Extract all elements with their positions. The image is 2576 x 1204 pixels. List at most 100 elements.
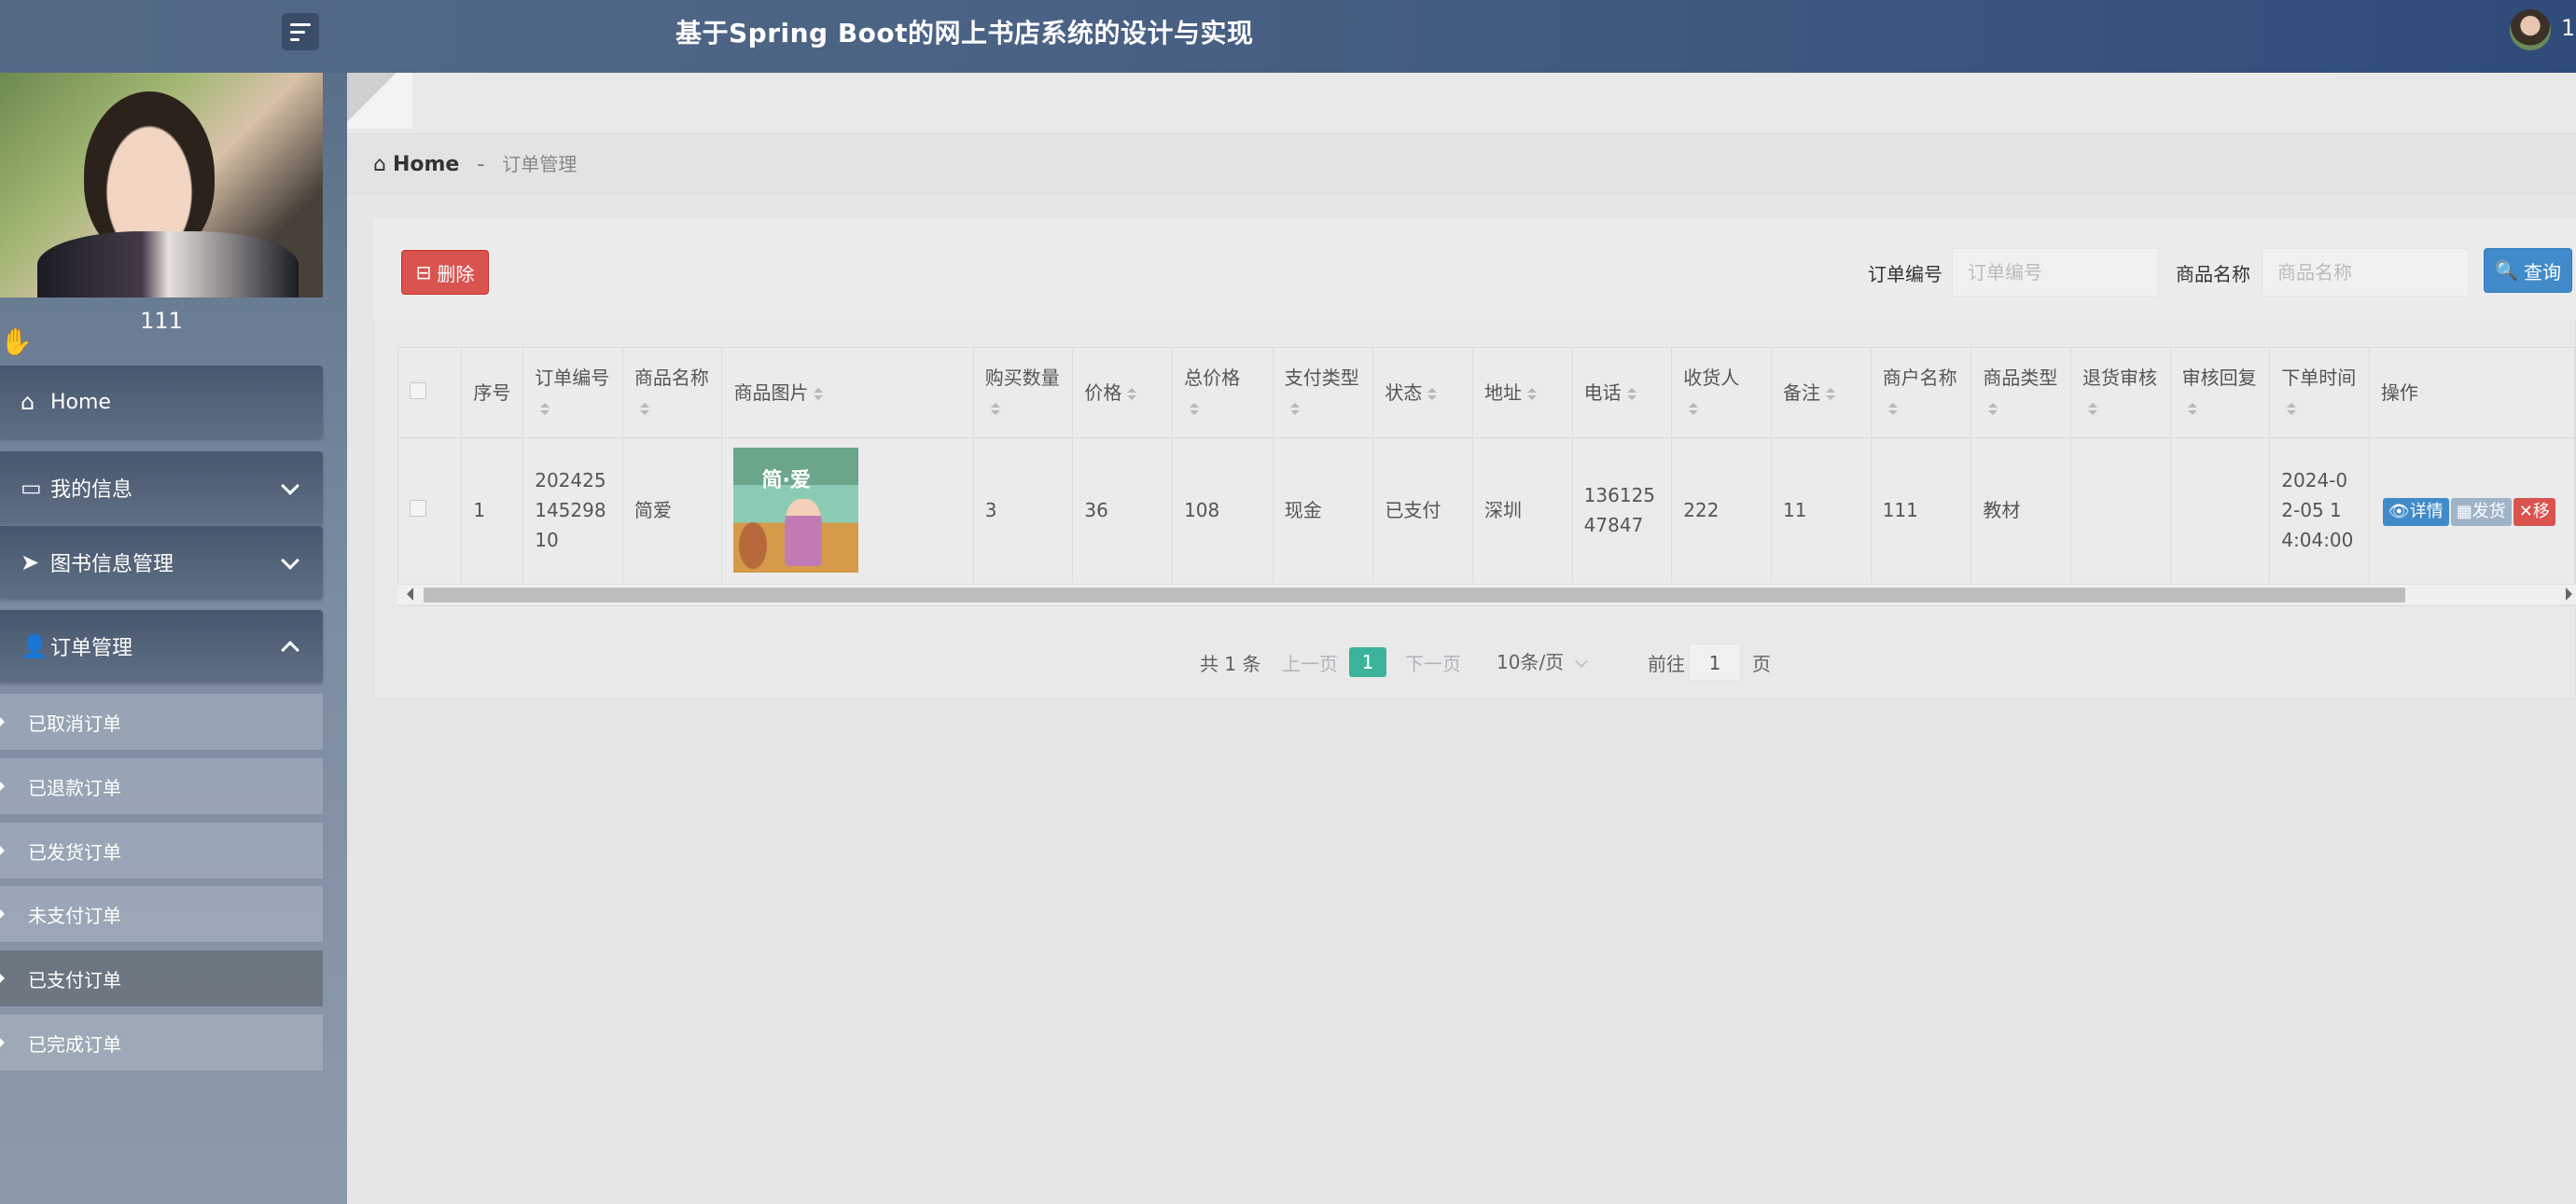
sidebar-subitem-cancelled-orders[interactable]: 已取消订单 (0, 694, 323, 750)
table-row: 1 20242514529810 简爱 简·爱 3 36 108 现金 已支付 … (398, 437, 2575, 583)
pagination-prev[interactable]: 上一页 (1282, 649, 1338, 676)
tab-strip (347, 73, 2576, 134)
row-checkbox[interactable] (410, 500, 426, 518)
sidebar-item-my-info[interactable]: ▭ 我的信息 (0, 451, 323, 524)
cell-actions: 👁 详情 ▦ 发货 ✕ 移 (2369, 437, 2575, 583)
column-header[interactable]: 退货审核 (2070, 348, 2171, 437)
column-header[interactable]: 电话 (1572, 348, 1673, 437)
sidebar-item-label: Home (50, 390, 111, 414)
grid-icon: ▦ (2456, 501, 2472, 521)
breadcrumb-home[interactable]: Home (393, 153, 459, 176)
delete-button[interactable]: ⊟ 删除 (401, 250, 489, 295)
product-image[interactable]: 简·爱 (733, 448, 859, 574)
row-select-cell (398, 437, 463, 583)
remove-button[interactable]: ✕ 移 (2513, 497, 2555, 526)
scroll-right-icon[interactable] (2566, 588, 2572, 601)
column-header[interactable]: 订单编号 (522, 348, 623, 437)
cell-order-time: 2024-02-05 14:04:00 (2269, 437, 2370, 583)
column-header[interactable]: 商品类型 (1970, 348, 2072, 437)
column-header[interactable]: 下单时间 (2269, 348, 2370, 437)
column-header[interactable]: 地址 (1472, 348, 1573, 437)
app-title: 基于Spring Boot的网上书店系统的设计与实现 (675, 18, 1254, 48)
column-header[interactable]: 备注 (1771, 348, 1872, 437)
column-header[interactable]: 总价格 (1172, 348, 1274, 437)
eye-icon: 👁 (2388, 501, 2410, 521)
pagination-goto-label: 前往 (1648, 653, 1685, 675)
sidebar-item-order-management[interactable]: 👤 订单管理 (0, 610, 323, 683)
scrollbar-thumb[interactable] (424, 588, 2405, 602)
sort-icon[interactable] (1887, 402, 1898, 415)
select-all-checkbox[interactable] (410, 381, 426, 399)
sort-icon[interactable] (540, 402, 550, 415)
column-header[interactable]: 商品图片 (721, 348, 974, 437)
cell-product-name: 简爱 (622, 437, 723, 583)
sidebar-subitem-unpaid-orders[interactable]: 未支付订单 (0, 886, 323, 942)
pagination-next[interactable]: 下一页 (1405, 649, 1461, 676)
product-name-label: 商品名称 (2176, 263, 2250, 285)
breadcrumb: ⌂ Home - 订单管理 (373, 149, 577, 176)
breadcrumb-separator: - (477, 153, 485, 176)
scroll-left-icon[interactable] (407, 588, 413, 601)
ship-button[interactable]: ▦ 发货 (2450, 497, 2512, 526)
sidebar-subitem-paid-orders[interactable]: 已支付订单 (0, 950, 323, 1006)
column-header[interactable]: 支付类型 (1273, 348, 1374, 437)
menu-toggle-button[interactable] (282, 13, 319, 50)
order-no-input[interactable] (1952, 248, 2159, 297)
product-image-title: 简·爱 (761, 469, 811, 493)
column-header[interactable]: 商户名称 (1871, 348, 1972, 437)
column-header: 操作 (2369, 348, 2575, 437)
cell-total: 108 (1172, 437, 1274, 583)
pagination-page-1[interactable]: 1 (1349, 647, 1386, 677)
sort-icon[interactable] (2088, 402, 2098, 415)
sort-icon[interactable] (2287, 402, 2297, 415)
chevron-up-icon (281, 641, 299, 659)
query-button[interactable]: 🔍 查询 (2484, 248, 2572, 293)
sort-icon[interactable] (1289, 402, 1300, 415)
query-button-label: 查询 (2523, 260, 2561, 284)
sidebar-subitem-shipped-orders[interactable]: 已发货订单 (0, 823, 323, 879)
sidebar-subitem-refunded-orders[interactable]: 已退款订单 (0, 758, 323, 814)
order-no-label: 订单编号 (1868, 263, 1942, 285)
profile-name: 111 (140, 308, 183, 334)
chevron-down-icon (281, 477, 299, 495)
detail-button[interactable]: 👁 详情 (2382, 497, 2449, 526)
sort-icon[interactable] (814, 387, 824, 400)
sort-icon[interactable] (1988, 402, 1998, 415)
user-name[interactable]: 1 (2561, 15, 2575, 41)
sort-icon[interactable] (1190, 402, 1200, 415)
sort-icon[interactable] (990, 402, 1000, 415)
user-avatar[interactable] (2510, 9, 2551, 50)
column-header[interactable]: 购买数量 (973, 348, 1074, 437)
minus-square-icon: ⊟ (415, 261, 432, 284)
cell-index: 1 (461, 437, 524, 583)
column-header[interactable]: 审核回复 (2170, 348, 2271, 437)
sidebar-subitem-completed-orders[interactable]: 已完成订单 (0, 1015, 323, 1071)
column-header[interactable]: 状态 (1372, 348, 1474, 437)
column-header[interactable]: 收货人 (1671, 348, 1773, 437)
cell-receiver: 222 (1671, 437, 1773, 583)
column-header[interactable]: 商品名称 (622, 348, 723, 437)
column-header[interactable]: 价格 (1072, 348, 1174, 437)
sort-icon[interactable] (1826, 387, 1836, 400)
product-name-input[interactable] (2262, 248, 2469, 297)
cell-remark: 11 (1771, 437, 1872, 583)
sort-icon[interactable] (1626, 387, 1636, 400)
cell-order-no: 20242514529810 (522, 437, 623, 583)
sort-icon[interactable] (1527, 387, 1538, 400)
close-icon: ✕ (2518, 501, 2533, 521)
sort-icon[interactable] (2187, 402, 2197, 415)
cell-review-reply (2170, 437, 2271, 583)
page-curl-decoration (347, 73, 412, 129)
home-icon: ⌂ (21, 389, 35, 415)
cell-phone: 13612547847 (1572, 437, 1673, 583)
pagination-total: 共 1 条 (1200, 653, 1261, 675)
sidebar-item-home[interactable]: ⌂ Home (0, 366, 323, 438)
cell-pay-type: 现金 (1273, 437, 1374, 583)
pagination-goto-input[interactable]: 1 (1689, 644, 1741, 681)
sort-icon[interactable] (1427, 387, 1438, 400)
sort-icon[interactable] (1127, 387, 1137, 400)
sort-icon[interactable] (639, 402, 649, 415)
sidebar-item-book-management[interactable]: ➤ 图书信息管理 (0, 526, 323, 599)
sort-icon[interactable] (1689, 402, 1699, 415)
horizontal-scrollbar[interactable] (397, 584, 2576, 604)
